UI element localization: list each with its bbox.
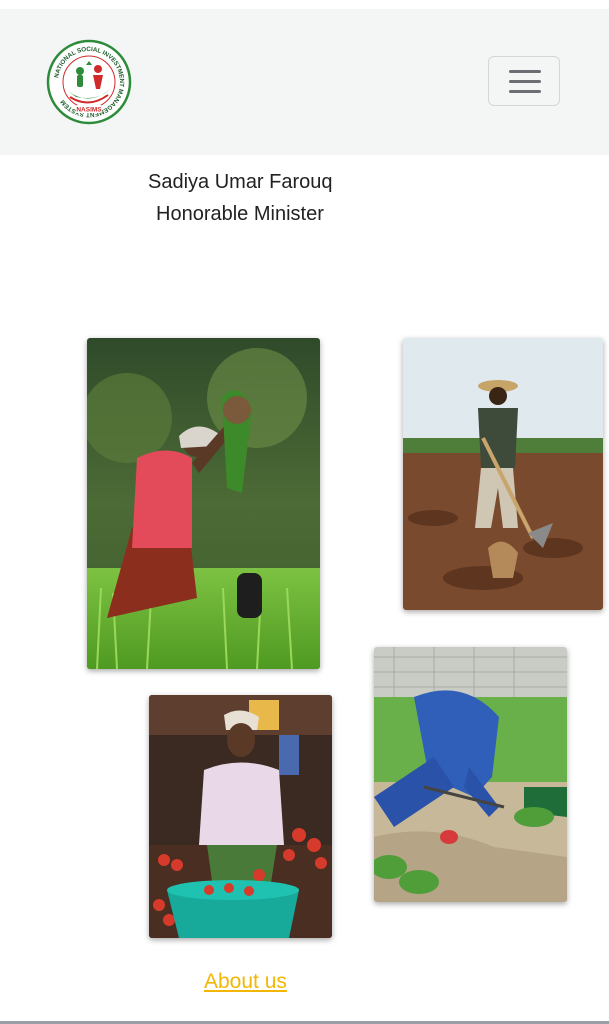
hamburger-menu-icon-bar: [509, 90, 541, 93]
logo-badge: NASIMS: [76, 107, 102, 114]
about-us-link[interactable]: About us: [204, 970, 287, 994]
hamburger-menu-icon: [509, 70, 541, 73]
hamburger-menu-button[interactable]: [488, 56, 560, 106]
woman-planting-rice-photo: [87, 338, 320, 669]
woman-selling-tomatoes-photo: [149, 695, 332, 938]
nasims-logo[interactable]: NATIONAL SOCIAL INVESTMENT MANAGEMENT SY…: [46, 39, 132, 125]
minister-name: Sadiya Umar Farouq: [148, 171, 333, 193]
hamburger-menu-icon-bar: [509, 80, 541, 83]
minister-title: Honorable Minister: [156, 203, 324, 225]
worker-tending-garden-photo: [374, 647, 567, 902]
status-bar: [0, 0, 609, 9]
farmer-hoeing-field-photo: [403, 338, 603, 610]
top-navbar: NATIONAL SOCIAL INVESTMENT MANAGEMENT SY…: [0, 9, 609, 155]
